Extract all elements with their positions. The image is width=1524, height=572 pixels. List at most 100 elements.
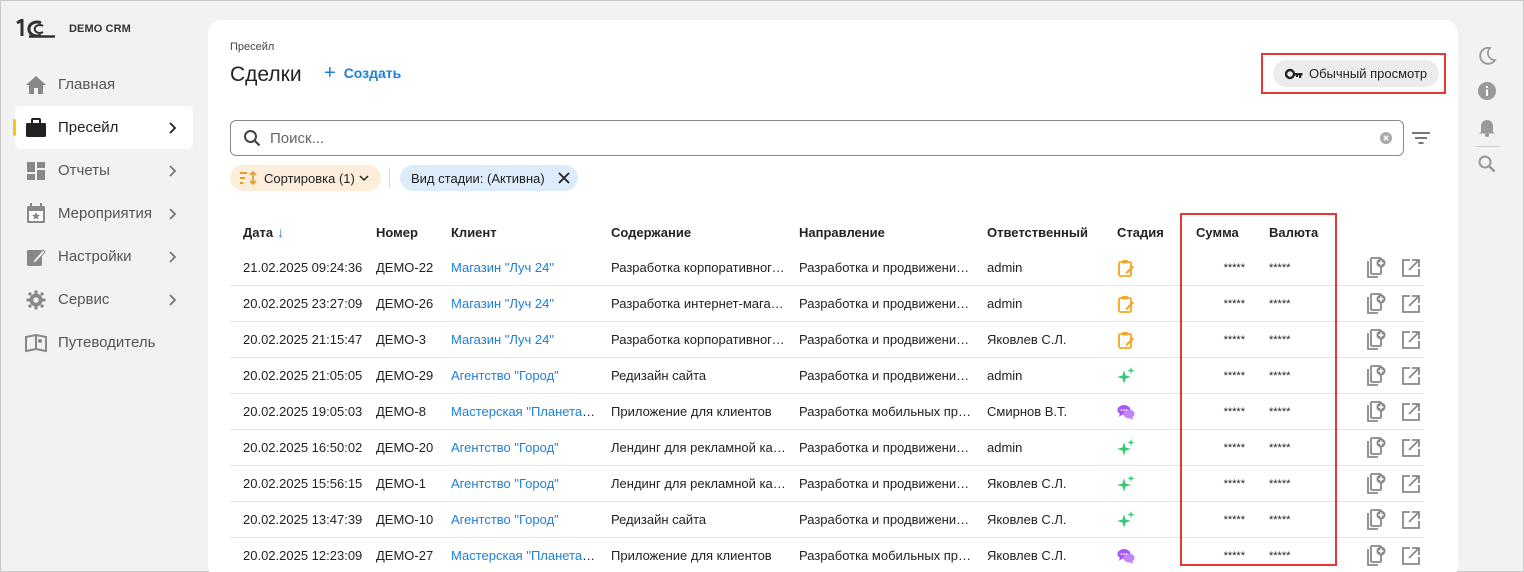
create-button[interactable]: + Создать <box>324 62 402 84</box>
filter-icon[interactable] <box>1411 130 1431 146</box>
open-external-icon[interactable] <box>1400 473 1422 495</box>
cell-responsible: admin <box>987 440 1023 455</box>
open-external-icon[interactable] <box>1400 365 1422 387</box>
table-row[interactable]: 21.02.2025 09:24:36 ДЕМО-22 Магазин "Луч 2… <box>230 250 1424 286</box>
table-row[interactable]: 20.02.2025 16:50:02 ДЕМО-20 Агентство "Гор… <box>230 430 1424 466</box>
cell-number: ДЕМО-20 <box>376 440 434 455</box>
column-header-content[interactable]: Содержание <box>598 225 786 240</box>
client-link[interactable]: Агентство "Город" <box>451 512 559 527</box>
sparkle-icon <box>1117 438 1183 457</box>
chevron-down-icon <box>359 175 369 182</box>
column-header-number[interactable]: Номер <box>363 225 438 240</box>
cell-date: 21.02.2025 09:24:36 <box>243 260 363 275</box>
sidebar-item-settings[interactable]: Настройки <box>15 235 193 278</box>
search-input[interactable] <box>270 129 1380 147</box>
open-external-icon[interactable] <box>1400 293 1422 315</box>
sidebar-item-label: Мероприятия <box>58 205 153 222</box>
cell-currency: ***** <box>1269 513 1291 526</box>
client-link[interactable]: Магазин "Луч 24" <box>451 260 554 275</box>
sidebar-item-guide[interactable]: Путеводитель <box>15 321 193 364</box>
create-label: Создать <box>343 65 402 81</box>
cell-content: Разработка интернет-магазина <box>611 296 786 311</box>
cell-direction: Разработка и продвижение сайтов <box>799 368 974 383</box>
chat-bubbles-icon <box>1117 403 1183 421</box>
open-external-icon[interactable] <box>1400 401 1422 423</box>
cell-number: ДЕМО-3 <box>376 332 426 347</box>
open-external-icon[interactable] <box>1400 257 1422 279</box>
table-row[interactable]: 20.02.2025 23:27:09 ДЕМО-26 Магазин "Луч 2… <box>230 286 1424 322</box>
app-logo[interactable]: DEMO CRM <box>15 19 131 39</box>
sidebar-item-home[interactable]: Главная <box>15 63 193 106</box>
sidebar-item-reports[interactable]: Отчеты <box>15 149 193 192</box>
clipboard-edit-icon <box>1117 259 1183 277</box>
cell-client: Агентство "Город" <box>438 512 598 527</box>
copy-add-icon[interactable] <box>1365 400 1387 423</box>
cell-sum: ***** <box>1223 405 1245 418</box>
sidebar-item-events[interactable]: Мероприятия <box>15 192 193 235</box>
plus-icon: + <box>324 62 336 84</box>
cell-client: Мастерская "Планета-3" <box>438 404 598 419</box>
column-header-date[interactable]: Дата ↓ <box>230 224 363 240</box>
copy-add-icon[interactable] <box>1365 256 1387 279</box>
breadcrumb[interactable]: Пресейл <box>230 41 274 53</box>
copy-add-icon[interactable] <box>1365 544 1387 567</box>
table-row[interactable]: 20.02.2025 21:15:47 ДЕМО-3 Магазин "Луч 24… <box>230 322 1424 358</box>
clear-icon[interactable] <box>1380 132 1392 144</box>
sort-chip[interactable]: Сортировка (1) <box>230 165 381 191</box>
copy-add-icon[interactable] <box>1365 292 1387 315</box>
open-external-icon[interactable] <box>1400 437 1422 459</box>
column-header-stage[interactable]: Стадия <box>1104 225 1183 240</box>
column-header-currency[interactable]: Валюта <box>1259 225 1346 240</box>
table-row[interactable]: 20.02.2025 13:47:39 ДЕМО-10 Агентство "Гор… <box>230 502 1424 538</box>
client-link[interactable]: Мастерская "Планета-3" <box>451 404 598 419</box>
cell-number: ДЕМО-8 <box>376 404 426 419</box>
copy-add-icon[interactable] <box>1365 472 1387 495</box>
column-header-responsible[interactable]: Ответственный <box>974 225 1104 240</box>
edit-note-icon <box>25 246 47 268</box>
close-icon[interactable] <box>558 172 570 184</box>
client-link[interactable]: Мастерская "Планета-3" <box>451 548 598 563</box>
book-map-icon <box>25 332 47 354</box>
copy-add-icon[interactable] <box>1365 508 1387 531</box>
column-header-direction[interactable]: Направление <box>786 225 974 240</box>
client-link[interactable]: Агентство "Город" <box>451 476 559 491</box>
sidebar-item-presale[interactable]: Пресейл <box>13 106 193 149</box>
client-link[interactable]: Магазин "Луч 24" <box>451 332 554 347</box>
table-row[interactable]: 20.02.2025 21:05:05 ДЕМО-29 Агентство "Гор… <box>230 358 1424 394</box>
copy-add-icon[interactable] <box>1365 364 1387 387</box>
moon-icon[interactable] <box>1477 46 1497 66</box>
cell-sum: ***** <box>1223 333 1245 346</box>
copy-add-icon[interactable] <box>1365 436 1387 459</box>
page-title: Сделки <box>230 63 302 86</box>
cell-responsible: Яковлев С.Л. <box>987 548 1067 563</box>
copy-add-icon[interactable] <box>1365 328 1387 351</box>
client-link[interactable]: Магазин "Луч 24" <box>451 296 554 311</box>
cell-sum: ***** <box>1223 369 1245 382</box>
table-row[interactable]: 20.02.2025 19:05:03 ДЕМО-8 Мастерская "Пла… <box>230 394 1424 430</box>
normal-view-button[interactable]: Обычный просмотр <box>1273 60 1440 87</box>
table-row[interactable]: 20.02.2025 15:56:15 ДЕМО-1 Агентство "Горо… <box>230 466 1424 502</box>
sidebar-item-service[interactable]: Сервис <box>15 278 193 321</box>
cell-currency: ***** <box>1269 477 1291 490</box>
client-link[interactable]: Агентство "Город" <box>451 368 559 383</box>
view-button-label: Обычный просмотр <box>1309 66 1428 81</box>
stage-filter-chip[interactable]: Вид стадии: (Активна) <box>400 165 578 191</box>
chevron-right-icon <box>169 293 177 306</box>
sparkle-icon <box>1117 474 1183 493</box>
info-icon[interactable] <box>1477 81 1497 101</box>
open-external-icon[interactable] <box>1400 545 1422 567</box>
table-row[interactable]: 20.02.2025 12:23:09 ДЕМО-27 Мастерская "Пл… <box>230 538 1424 572</box>
client-link[interactable]: Агентство "Город" <box>451 440 559 455</box>
cell-stage <box>1104 474 1183 493</box>
cell-date: 20.02.2025 13:47:39 <box>243 512 363 527</box>
cell-responsible: Яковлев С.Л. <box>987 332 1067 347</box>
cell-client: Магазин "Луч 24" <box>438 296 598 311</box>
cell-stage <box>1104 331 1183 349</box>
search-icon[interactable] <box>1477 154 1497 174</box>
open-external-icon[interactable] <box>1400 509 1422 531</box>
cell-number: ДЕМО-10 <box>376 512 434 527</box>
bell-icon[interactable] <box>1477 117 1497 137</box>
open-external-icon[interactable] <box>1400 329 1422 351</box>
column-header-client[interactable]: Клиент <box>438 225 598 240</box>
column-header-sum[interactable]: Сумма <box>1183 225 1259 240</box>
